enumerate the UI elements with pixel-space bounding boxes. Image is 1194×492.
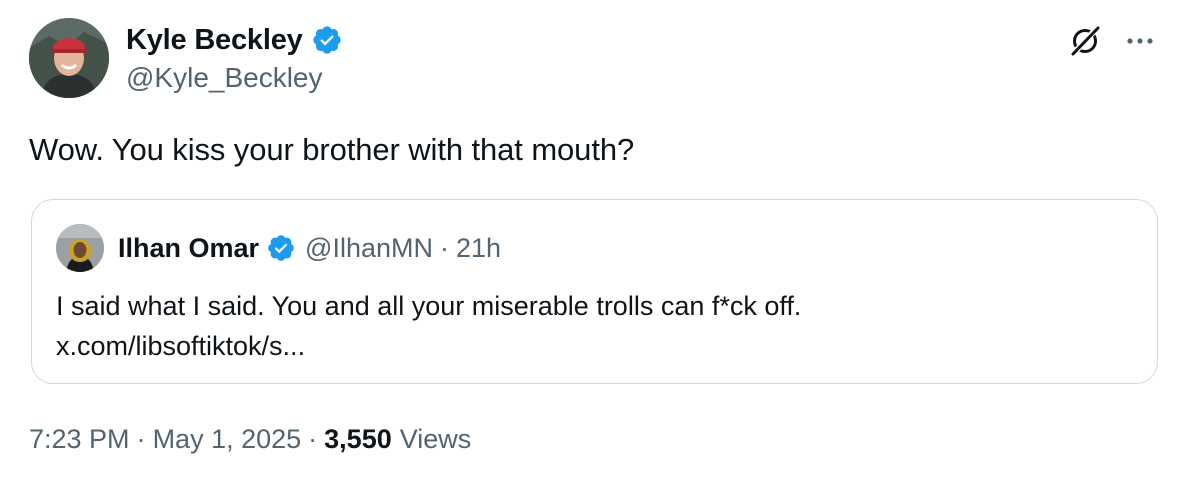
author-handle[interactable]: @Kyle_Beckley <box>126 62 323 94</box>
quoted-tweet-text: I said what I said. You and all your mis… <box>56 291 802 321</box>
quoted-tweet-link[interactable]: x.com/libsoftiktok/s... <box>56 326 305 366</box>
quoted-verified-badge-icon <box>266 233 296 263</box>
author-avatar[interactable] <box>29 18 109 98</box>
tweet-time[interactable]: 7:23 PM <box>29 424 130 455</box>
tweet-meta: 7:23 PM · May 1, 2025 · 3,550 Views <box>29 424 471 455</box>
views-label: Views <box>399 424 472 454</box>
tweet-text: Wow. You kiss your brother with that mou… <box>29 132 635 167</box>
author-name-row: Kyle Beckley <box>126 22 343 58</box>
tweet-date[interactable]: May 1, 2025 <box>153 424 302 455</box>
more-options-icon[interactable] <box>1120 22 1160 60</box>
quoted-author-name[interactable]: Ilhan Omar <box>118 233 259 264</box>
quoted-author-avatar[interactable] <box>56 224 104 272</box>
author-display-name[interactable]: Kyle Beckley <box>126 24 303 57</box>
verified-badge-icon <box>311 24 343 56</box>
quoted-tweet-time[interactable]: 21h <box>456 233 501 264</box>
grok-icon[interactable] <box>1066 22 1104 60</box>
quoted-tweet-header: Ilhan Omar @IlhanMN · 21h <box>118 230 501 266</box>
views-count: 3,550 <box>324 424 392 454</box>
meta-separator: · <box>308 424 318 454</box>
quoted-tweet-card[interactable]: Ilhan Omar @IlhanMN · 21h I said what I … <box>31 199 1158 384</box>
tweet: Kyle Beckley @Kyle_Beckley Wow. You kiss… <box>0 0 1194 492</box>
quoted-separator: · <box>440 232 449 263</box>
meta-separator: · <box>136 424 146 454</box>
quoted-author-handle[interactable]: @IlhanMN <box>305 233 433 264</box>
